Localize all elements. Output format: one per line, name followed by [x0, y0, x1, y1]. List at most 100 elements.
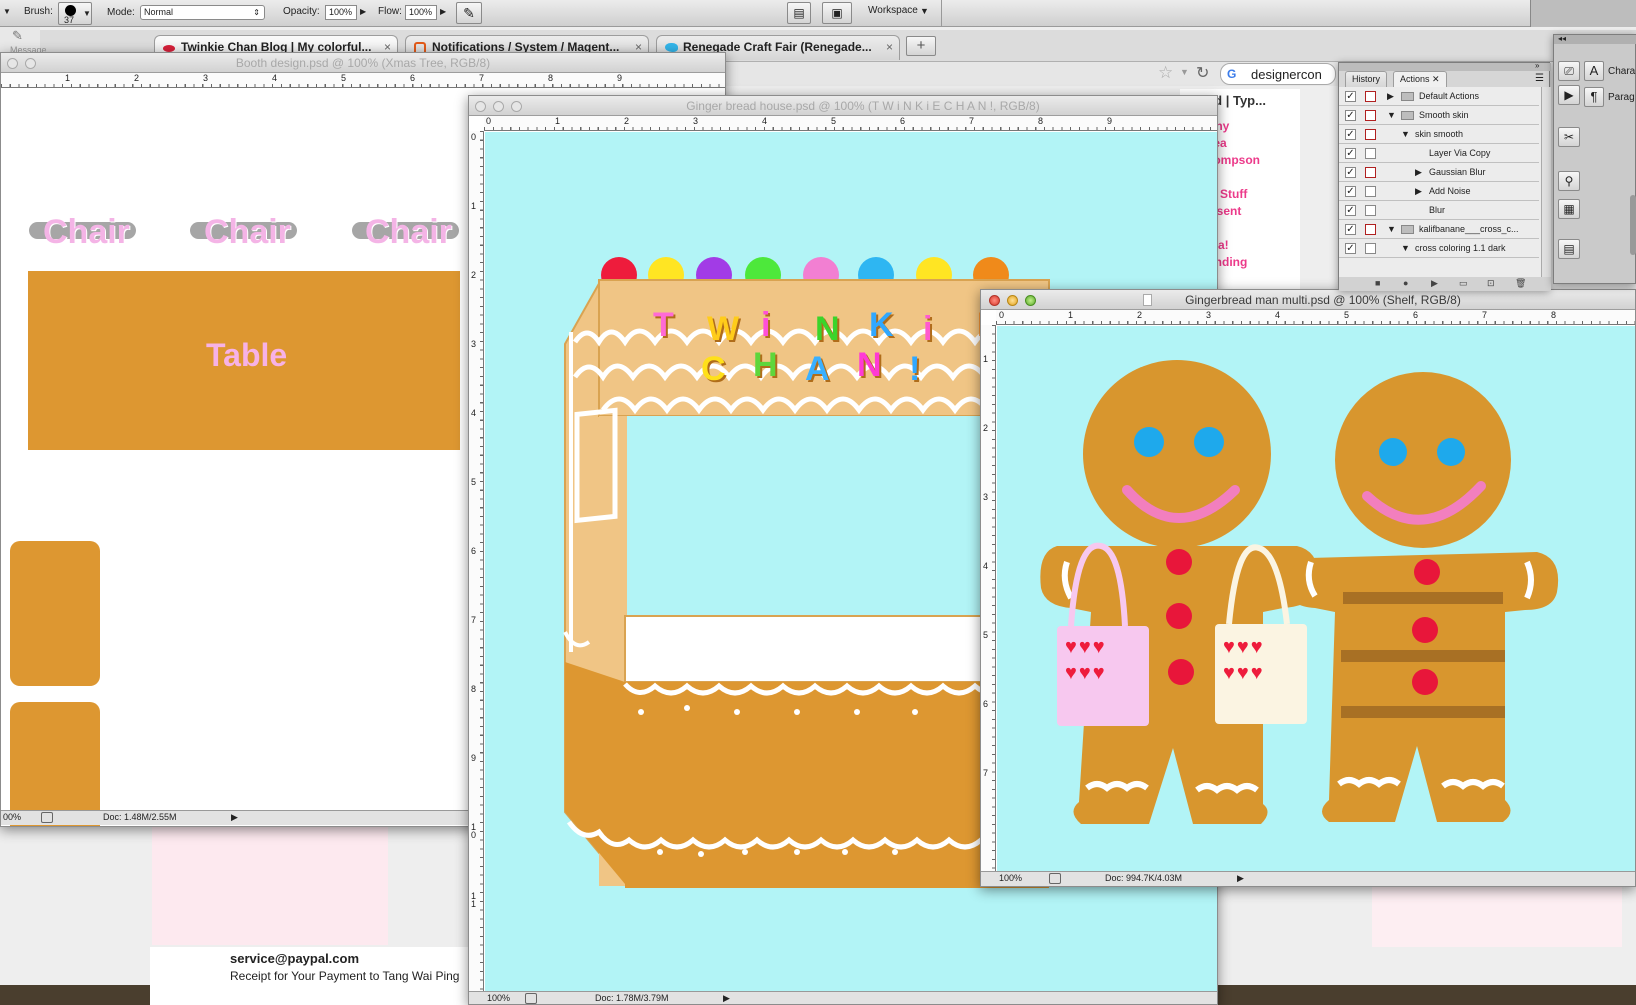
- action-row[interactable]: ✓ ▼ kalifbanane___cross_c...: [1339, 220, 1539, 239]
- play-icon[interactable]: ▶: [1431, 277, 1438, 290]
- status-menu-icon[interactable]: [41, 812, 53, 823]
- tab-history[interactable]: History: [1345, 71, 1388, 87]
- ruler-number: 9: [471, 753, 477, 763]
- dialog-toggle-empty[interactable]: [1365, 243, 1376, 254]
- brush-picker[interactable]: 37 ▼: [58, 2, 92, 25]
- collapse-arrow-icon[interactable]: ▼: [1401, 239, 1410, 258]
- record-icon[interactable]: ●: [1403, 277, 1408, 290]
- panel-menu-icon[interactable]: ☰: [1535, 73, 1544, 84]
- shelf-shape-2[interactable]: [10, 702, 100, 826]
- tab-close-icon[interactable]: ✕: [1432, 74, 1440, 84]
- tool-preset-arrow-icon[interactable]: ▼: [3, 7, 11, 16]
- new-action-icon[interactable]: ⊡: [1487, 277, 1495, 290]
- search-field[interactable]: G designercon: [1220, 63, 1336, 85]
- checkmark-icon[interactable]: ✓: [1345, 186, 1356, 197]
- shelf-shape-1[interactable]: [10, 541, 100, 686]
- mail-sender[interactable]: service@paypal.com: [230, 951, 359, 966]
- action-row[interactable]: ✓ ▶ Add Noise: [1339, 182, 1539, 201]
- title-bar[interactable]: Ginger bread house.psd @ 100% (T W i N K…: [469, 96, 1217, 116]
- expand-arrow-icon[interactable]: ▶: [1415, 163, 1422, 182]
- checkmark-icon[interactable]: ✓: [1345, 224, 1356, 235]
- close-button[interactable]: [475, 101, 486, 112]
- action-row[interactable]: ✓ ▼ cross coloring 1.1 dark: [1339, 239, 1539, 258]
- checkmark-icon[interactable]: ✓: [1345, 205, 1356, 216]
- bridge-icon[interactable]: ▤: [787, 2, 811, 24]
- checkmark-icon[interactable]: ✓: [1345, 110, 1356, 121]
- dialog-toggle-icon[interactable]: [1365, 224, 1376, 235]
- expand-arrow-icon[interactable]: ▶: [1415, 182, 1422, 201]
- close-button[interactable]: [989, 295, 1000, 306]
- zoom-field[interactable]: 100%: [487, 992, 510, 1004]
- paragraph-panel-icon[interactable]: ¶: [1584, 87, 1604, 107]
- panel-collapse-bar[interactable]: [1339, 63, 1551, 71]
- new-tab-button[interactable]: +: [906, 36, 936, 56]
- tab-actions[interactable]: Actions ✕: [1393, 71, 1447, 87]
- status-arrow-icon[interactable]: ▶: [231, 811, 238, 824]
- workspace-menu[interactable]: Workspace: [868, 5, 918, 16]
- dropdown-arrow-icon[interactable]: ▼: [1180, 67, 1189, 77]
- dialog-toggle-icon[interactable]: [1365, 110, 1376, 121]
- checkmark-icon[interactable]: ✓: [1345, 91, 1356, 102]
- actions-scrollbar[interactable]: [1541, 87, 1551, 277]
- dock-header[interactable]: ◂◂: [1554, 35, 1636, 44]
- status-menu-icon[interactable]: [1049, 873, 1061, 884]
- zoom-field[interactable]: 100%: [999, 872, 1022, 885]
- dock-scrollbar[interactable]: [1630, 195, 1636, 255]
- paragraph-panel-label[interactable]: Parag: [1608, 92, 1635, 103]
- minimize-button[interactable]: [493, 101, 504, 112]
- bookmark-star-icon[interactable]: ☆: [1158, 63, 1173, 83]
- dialog-toggle-empty[interactable]: [1365, 205, 1376, 216]
- checkmark-icon[interactable]: ✓: [1345, 243, 1356, 254]
- collapse-arrow-icon[interactable]: ▼: [1401, 125, 1410, 144]
- zoom-field[interactable]: 00%: [3, 811, 21, 824]
- clone-source-icon[interactable]: ⚲: [1558, 171, 1580, 191]
- action-row[interactable]: ✓ Blur: [1339, 201, 1539, 220]
- dialog-toggle-empty[interactable]: [1365, 148, 1376, 159]
- status-arrow-icon[interactable]: ▶: [723, 992, 730, 1004]
- character-panel-icon[interactable]: A: [1584, 61, 1604, 81]
- collapse-arrow-icon[interactable]: ▼: [1387, 220, 1396, 239]
- collapse-arrow-icon[interactable]: ▼: [1387, 106, 1396, 125]
- expand-arrow-icon[interactable]: ▶: [1387, 87, 1394, 106]
- title-bar[interactable]: Booth design.psd @ 100% (Xmas Tree, RGB/…: [1, 53, 725, 73]
- screen-mode-icon[interactable]: ▣: [822, 2, 852, 24]
- dialog-toggle-icon[interactable]: [1365, 167, 1376, 178]
- status-menu-icon[interactable]: [525, 993, 537, 1004]
- tab-close-button[interactable]: ×: [886, 36, 893, 59]
- checkmark-icon[interactable]: ✓: [1345, 167, 1356, 178]
- flow-slider-arrow-icon[interactable]: ▶: [440, 7, 446, 16]
- table-shape[interactable]: Table: [28, 271, 460, 450]
- reload-icon[interactable]: ↻: [1196, 63, 1209, 83]
- trash-icon[interactable]: 🗑: [1515, 277, 1526, 290]
- mode-select[interactable]: Normal ⇕: [140, 5, 265, 20]
- actions-panel-icon[interactable]: ▶: [1558, 85, 1580, 105]
- opacity-slider-arrow-icon[interactable]: ▶: [360, 7, 366, 16]
- layer-comps-icon[interactable]: ▦: [1558, 199, 1580, 219]
- title-bar[interactable]: Gingerbread man multi.psd @ 100% (Shelf,…: [981, 290, 1635, 310]
- stop-icon[interactable]: ■: [1375, 277, 1380, 290]
- character-panel-label[interactable]: Chara: [1608, 66, 1635, 77]
- dialog-toggle-icon[interactable]: [1365, 91, 1376, 102]
- airbrush-icon[interactable]: ✎: [456, 2, 482, 24]
- compose-icon[interactable]: ✎: [12, 28, 23, 44]
- sprinkle-image-right: [1372, 877, 1622, 947]
- new-set-icon[interactable]: ▭: [1459, 277, 1468, 290]
- status-arrow-icon[interactable]: ▶: [1237, 872, 1244, 885]
- action-row[interactable]: ✓ ▶ Gaussian Blur: [1339, 163, 1539, 182]
- collapse-arrows-icon[interactable]: »: [1535, 61, 1539, 70]
- action-row[interactable]: ✓ ▶ Default Actions: [1339, 87, 1539, 106]
- opacity-input[interactable]: 100%: [325, 5, 357, 20]
- action-row[interactable]: ✓ ▼ Smooth skin: [1339, 106, 1539, 125]
- action-row[interactable]: ✓ Layer Via Copy: [1339, 144, 1539, 163]
- action-row[interactable]: ✓ ▼ skin smooth: [1339, 125, 1539, 144]
- notes-panel-icon[interactable]: ▤: [1558, 239, 1580, 259]
- dialog-toggle-empty[interactable]: [1365, 186, 1376, 197]
- mail-subject[interactable]: Receipt for Your Payment to Tang Wai Pin…: [230, 969, 459, 983]
- brushes-panel-icon[interactable]: ⎚: [1558, 61, 1580, 81]
- checkmark-icon[interactable]: ✓: [1345, 148, 1356, 159]
- tool-presets-icon[interactable]: ✂: [1558, 127, 1580, 147]
- checkmark-icon[interactable]: ✓: [1345, 129, 1356, 140]
- workspace-dropdown-icon[interactable]: ▼: [920, 6, 929, 16]
- flow-input[interactable]: 100%: [405, 5, 437, 20]
- dialog-toggle-icon[interactable]: [1365, 129, 1376, 140]
